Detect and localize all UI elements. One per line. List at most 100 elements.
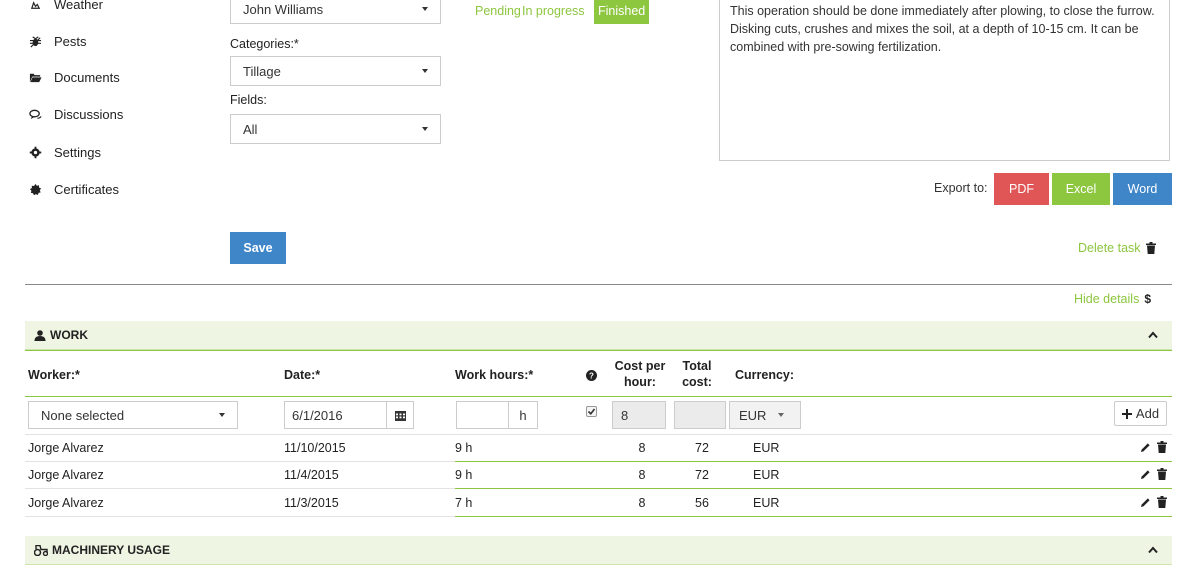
plus-icon bbox=[1121, 408, 1132, 419]
comments-icon bbox=[28, 107, 42, 121]
machinery-section-title: MACHINERY USAGE bbox=[52, 543, 171, 557]
trash-icon[interactable] bbox=[1157, 441, 1167, 453]
sidebar-item-label: Certificates bbox=[54, 181, 120, 197]
checkmark-icon bbox=[587, 408, 596, 416]
delete-task-link[interactable]: Delete task bbox=[1078, 241, 1156, 255]
row-cost: 8 bbox=[638, 468, 646, 482]
status-in-progress[interactable]: In progress bbox=[522, 4, 585, 18]
header-rule bbox=[25, 350, 1172, 351]
machinery-section-header[interactable]: MACHINERY USAGE bbox=[25, 536, 1172, 565]
sidebar-item-documents[interactable]: Documents bbox=[28, 67, 120, 87]
date-input[interactable]: 6/1/2016 bbox=[284, 401, 387, 429]
delete-task-label: Delete task bbox=[1078, 241, 1141, 255]
row-cost: 8 bbox=[638, 496, 646, 510]
edit-icon[interactable] bbox=[1140, 469, 1151, 480]
currency-select[interactable]: EUR bbox=[729, 401, 801, 429]
status-pending[interactable]: Pending bbox=[475, 4, 521, 18]
categories-value: Tillage bbox=[243, 63, 281, 79]
export-label: Export to: bbox=[934, 181, 988, 195]
row-divider bbox=[455, 516, 1172, 517]
work-hours-input[interactable] bbox=[456, 401, 509, 429]
help-icon[interactable]: ? bbox=[586, 370, 597, 381]
weather-icon bbox=[28, 0, 42, 11]
row-divider bbox=[25, 434, 1172, 435]
worker-select-value: None selected bbox=[41, 407, 125, 423]
column-header-date: Date:* bbox=[284, 368, 321, 382]
hours-unit-label: h bbox=[519, 407, 527, 423]
trash-icon bbox=[1145, 242, 1156, 254]
export-pdf-button[interactable]: PDF bbox=[994, 173, 1049, 205]
sidebar-item-discussions[interactable]: Discussions bbox=[28, 104, 123, 124]
row-total: 72 bbox=[695, 441, 709, 455]
sidebar-item-label: Pests bbox=[54, 33, 87, 49]
responsible-select[interactable]: John Williams bbox=[230, 0, 441, 24]
export-word-button[interactable]: Word bbox=[1113, 173, 1172, 205]
add-work-label: Add bbox=[1135, 406, 1160, 421]
sidebar-item-settings[interactable]: Settings bbox=[28, 142, 101, 162]
worker-select[interactable]: None selected bbox=[28, 401, 238, 429]
header-bottom-rule bbox=[25, 396, 1172, 397]
save-button[interactable]: Save bbox=[230, 232, 286, 264]
column-header-cost-per-hour: Cost per hour: bbox=[614, 359, 666, 389]
edit-icon[interactable] bbox=[1140, 497, 1151, 508]
currency-select-value: EUR bbox=[739, 407, 767, 423]
sidebar-item-label: Discussions bbox=[54, 106, 124, 122]
sidebar-item-label: Settings bbox=[54, 144, 101, 160]
section-divider bbox=[25, 284, 1172, 285]
column-header-currency: Currency: bbox=[735, 368, 795, 382]
certificate-icon bbox=[28, 182, 42, 196]
row-date: 11/4/2015 bbox=[284, 468, 339, 482]
row-currency: EUR bbox=[753, 441, 780, 455]
row-divider bbox=[455, 488, 1172, 489]
chevron-down-icon bbox=[422, 127, 428, 131]
edit-icon[interactable] bbox=[1140, 442, 1151, 453]
row-worker: Jorge Alvarez bbox=[28, 496, 104, 510]
row-divider bbox=[455, 461, 1172, 462]
calendar-button[interactable] bbox=[386, 401, 414, 429]
row-date: 11/10/2015 bbox=[284, 441, 346, 455]
hide-details-link[interactable]: Hide details $ bbox=[1074, 292, 1151, 306]
sidebar-item-certificates[interactable]: Certificates bbox=[28, 179, 119, 199]
export-excel-button[interactable]: Excel bbox=[1052, 173, 1110, 205]
folder-icon bbox=[28, 70, 42, 84]
add-work-button[interactable]: Add bbox=[1114, 401, 1167, 426]
row-hours: 9 h bbox=[455, 441, 473, 455]
auto-cost-checkbox[interactable] bbox=[586, 406, 597, 417]
chevron-up-icon bbox=[1148, 546, 1158, 554]
column-header-total-cost: Total cost: bbox=[682, 359, 712, 389]
row-total: 56 bbox=[695, 496, 709, 510]
chevron-up-icon bbox=[1148, 331, 1158, 339]
sidebar-item-weather[interactable]: Weather bbox=[28, 0, 103, 14]
work-section-title: WORK bbox=[50, 328, 88, 342]
row-worker: Jorge Alvarez bbox=[28, 441, 104, 455]
row-currency: EUR bbox=[753, 496, 780, 510]
fields-select[interactable]: All bbox=[230, 114, 441, 144]
categories-select[interactable]: Tillage bbox=[230, 56, 441, 86]
trash-icon[interactable] bbox=[1157, 496, 1167, 508]
description-textarea[interactable]: This operation should be done immediatel… bbox=[719, 0, 1170, 161]
sidebar-item-label: Weather bbox=[54, 0, 103, 12]
status-finished[interactable]: Finished bbox=[594, 0, 650, 24]
row-currency: EUR bbox=[753, 468, 780, 482]
sidebar-item-pests[interactable]: Pests bbox=[28, 31, 87, 51]
gear-icon bbox=[28, 145, 42, 159]
chevron-down-icon bbox=[422, 7, 428, 11]
row-worker: Jorge Alvarez bbox=[28, 468, 104, 482]
total-cost-input[interactable] bbox=[674, 401, 726, 429]
chevron-down-icon bbox=[219, 413, 225, 417]
row-divider bbox=[25, 488, 455, 489]
date-input-value: 6/1/2016 bbox=[292, 407, 343, 423]
cost-per-hour-input[interactable]: 8 bbox=[612, 401, 666, 429]
calendar-icon bbox=[394, 410, 406, 421]
description-text: This operation should be done immediatel… bbox=[730, 4, 1155, 54]
svg-text:?: ? bbox=[589, 372, 594, 381]
trash-icon[interactable] bbox=[1157, 468, 1167, 480]
row-hours: 9 h bbox=[455, 468, 473, 482]
work-section-header[interactable]: WORK bbox=[25, 321, 1172, 350]
column-header-hours: Work hours:* bbox=[455, 368, 534, 382]
fields-value: All bbox=[243, 121, 258, 137]
row-cost: 8 bbox=[638, 441, 646, 455]
chevron-down-icon bbox=[778, 413, 785, 417]
row-divider bbox=[25, 461, 455, 462]
hours-unit-addon: h bbox=[508, 401, 538, 429]
